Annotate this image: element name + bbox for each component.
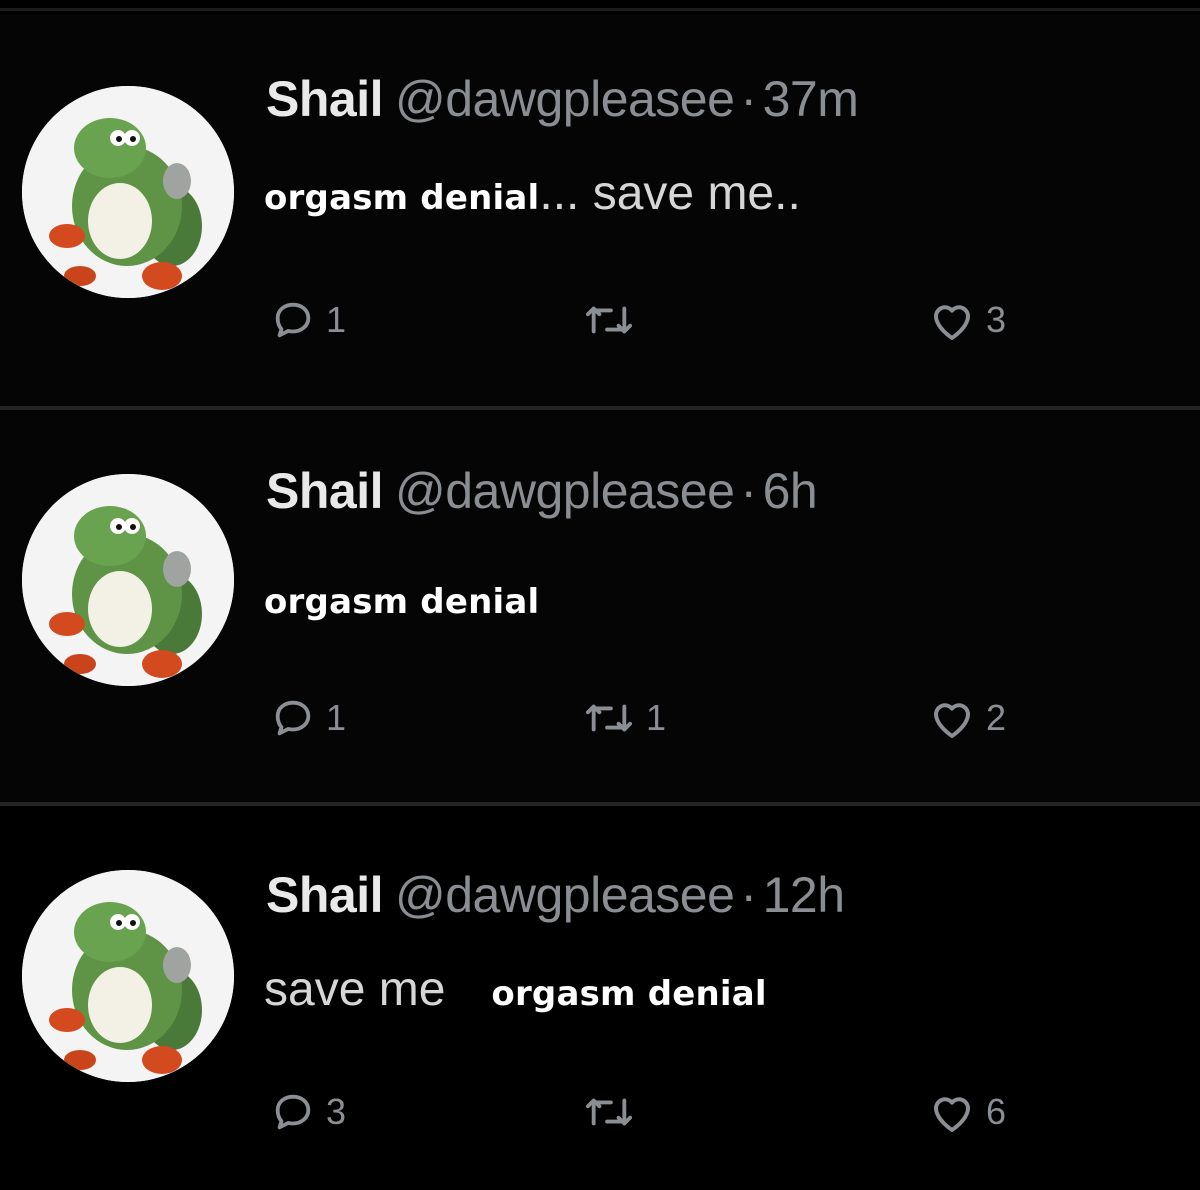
retweet-button[interactable]: 1	[582, 688, 666, 748]
like-button[interactable]: 2	[928, 688, 1006, 748]
heart-outline-icon	[934, 305, 970, 340]
tweet-actions: 3 6	[270, 1082, 1070, 1142]
user-handle[interactable]: @dawgpleasee	[395, 71, 735, 127]
retweet-button[interactable]	[582, 1082, 646, 1142]
yoshi-avatar-icon	[22, 474, 234, 686]
separator-dot: ·	[740, 463, 757, 519]
tweet-body: ... save me..	[539, 167, 801, 220]
reply-bubble-icon	[275, 302, 311, 338]
avatar[interactable]	[22, 870, 234, 1082]
separator-dot: ·	[740, 867, 757, 923]
retweet-button[interactable]	[582, 290, 646, 350]
reply-count: 1	[326, 299, 347, 340]
tweet-actions: 1 1 2	[270, 688, 1070, 748]
tweet-card-2[interactable]: Shail @dawgpleasee · 6h orgasm denial 1 1	[0, 410, 1200, 806]
display-name[interactable]: Shail	[266, 867, 383, 923]
tweet-card-3[interactable]: Shail @dawgpleasee · 12h save me orgasm deni…	[0, 806, 1200, 1190]
separator-dot: ·	[740, 71, 757, 127]
user-handle[interactable]: @dawgpleasee	[395, 463, 735, 519]
display-name[interactable]: Shail	[266, 463, 383, 519]
reply-count: 3	[326, 1091, 347, 1132]
like-count: 3	[986, 299, 1007, 340]
retweet-arrows-icon	[586, 1098, 632, 1126]
tweet-header: Shail @dawgpleasee · 6h	[266, 462, 818, 520]
avatar[interactable]	[22, 474, 234, 686]
like-count: 6	[986, 1091, 1007, 1132]
overlay-caption: orgasm denial	[264, 178, 540, 218]
yoshi-avatar-icon	[22, 870, 234, 1082]
reply-bubble-icon	[275, 1094, 311, 1130]
overlay-caption: orgasm denial	[491, 974, 767, 1014]
tweet-text: orgasm denial... save me..	[264, 166, 801, 221]
retweet-arrows-icon	[586, 704, 632, 732]
heart-outline-icon	[934, 703, 970, 738]
heart-outline-icon	[934, 1097, 970, 1132]
retweet-count: 1	[646, 697, 667, 738]
timestamp[interactable]: 12h	[763, 867, 845, 923]
reply-count: 1	[326, 697, 347, 738]
tweet-text: save me orgasm denial	[264, 962, 767, 1017]
display-name[interactable]: Shail	[266, 71, 383, 127]
yoshi-avatar-icon	[22, 86, 234, 298]
tweet-card-1[interactable]: Shail @dawgpleasee · 37m orgasm denial... s…	[0, 14, 1200, 410]
avatar[interactable]	[22, 86, 234, 298]
reply-bubble-icon	[275, 700, 311, 736]
tweet-header: Shail @dawgpleasee · 12h	[266, 866, 845, 924]
retweet-arrows-icon	[586, 306, 632, 334]
top-divider	[0, 8, 1200, 11]
timestamp[interactable]: 37m	[763, 71, 859, 127]
tweet-body: save me	[264, 963, 446, 1016]
tweet-feed: Shail @dawgpleasee · 37m orgasm denial... s…	[0, 0, 1200, 1190]
tweet-header: Shail @dawgpleasee · 37m	[266, 70, 859, 128]
tweet-actions: 1 3	[270, 290, 1070, 350]
like-button[interactable]: 3	[928, 290, 1006, 350]
user-handle[interactable]: @dawgpleasee	[395, 867, 735, 923]
like-button[interactable]: 6	[928, 1082, 1006, 1142]
reply-button[interactable]: 3	[270, 1082, 346, 1142]
reply-button[interactable]: 1	[270, 688, 346, 748]
overlay-caption: orgasm denial	[264, 582, 540, 622]
timestamp[interactable]: 6h	[763, 463, 818, 519]
reply-button[interactable]: 1	[270, 290, 346, 350]
tweet-text: orgasm denial	[264, 570, 539, 625]
like-count: 2	[986, 697, 1007, 738]
